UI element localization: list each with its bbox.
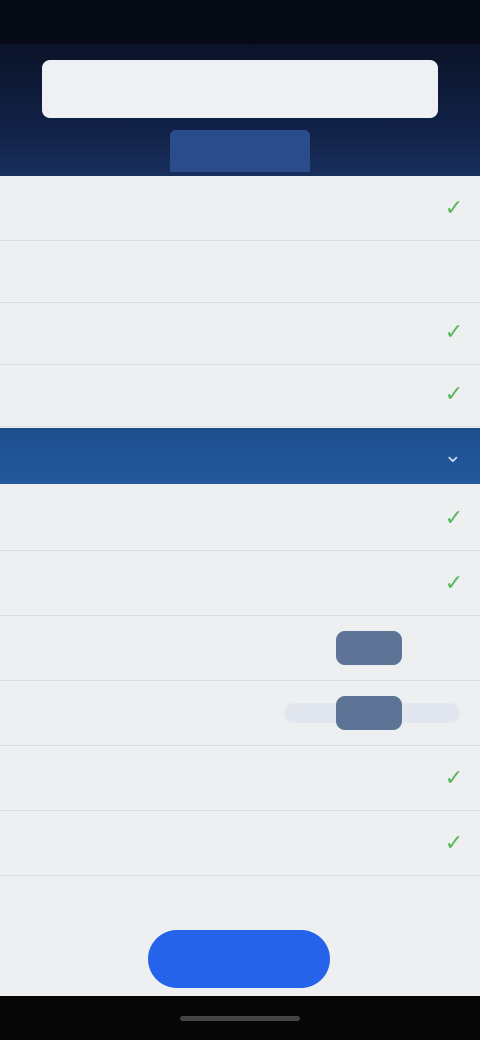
list-item[interactable]: ✓ [0,746,480,811]
checkmark-icon: ✓ [444,319,464,344]
primary-action-button[interactable] [148,930,330,988]
settings-list: ✓ ✓ ✓ ⌄ ✓ ✓ ✓ ✓ [0,176,480,996]
header [0,44,480,176]
home-indicator[interactable] [180,1016,300,1021]
chevron-down-icon: ⌄ [443,442,462,467]
checkmark-icon: ✓ [444,381,464,406]
list-item[interactable]: ✓ [0,551,480,616]
list-item[interactable]: ✓ [0,176,480,241]
list-item[interactable]: ✓ [0,300,480,365]
list-item[interactable] [0,238,480,303]
list-item[interactable]: ✓ [0,486,480,551]
section-header[interactable]: ⌄ [0,428,480,484]
list-item[interactable]: ✓ [0,811,480,876]
checkmark-icon: ✓ [444,505,464,530]
checkmark-icon: ✓ [444,765,464,790]
option-pill[interactable] [336,631,402,665]
option-pill[interactable] [336,696,402,730]
search-input[interactable] [42,60,438,118]
list-item[interactable] [0,681,480,746]
navigation-bar [0,996,480,1040]
checkmark-icon: ✓ [444,830,464,855]
checkmark-icon: ✓ [444,570,464,595]
list-item[interactable]: ✓ [0,362,480,427]
checkmark-icon: ✓ [444,195,464,220]
status-bar [0,0,480,44]
list-item[interactable] [0,616,480,681]
tab-active[interactable] [170,130,310,172]
